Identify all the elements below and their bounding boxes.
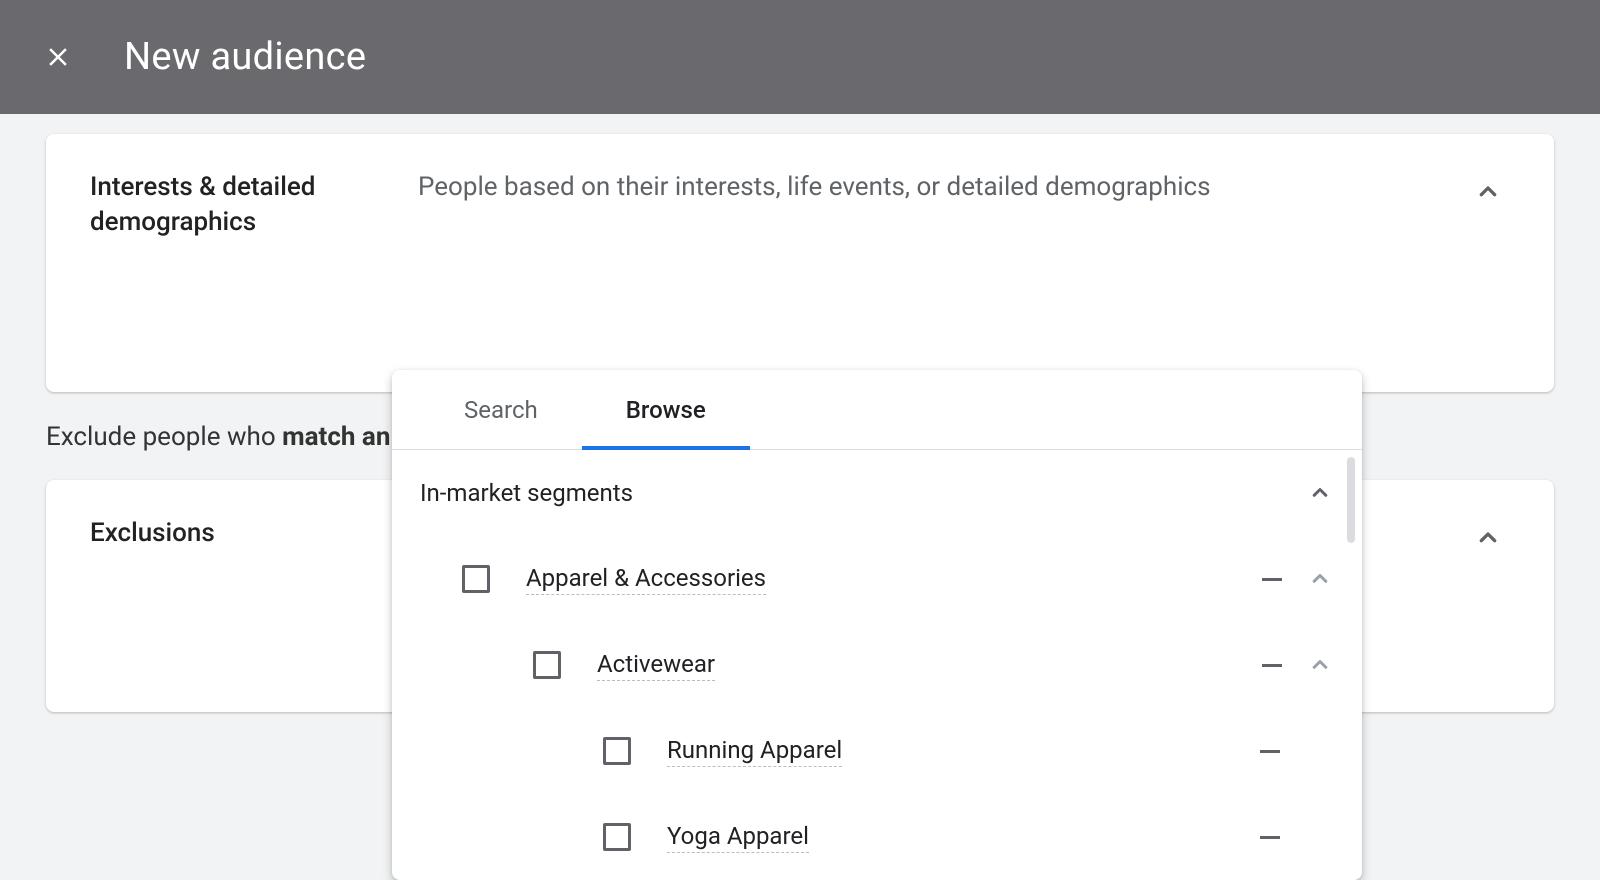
remove-activewear[interactable] — [1262, 664, 1282, 667]
checkbox-running[interactable] — [603, 737, 631, 765]
checkbox-apparel[interactable] — [462, 565, 490, 593]
tree-item-activewear[interactable]: Activewear — [392, 622, 1362, 708]
tree-item-yoga[interactable]: Yoga Apparel — [392, 794, 1362, 880]
content-area: Interests & detailed demographics People… — [0, 114, 1600, 712]
dialog-title: New audience — [124, 35, 366, 79]
checkbox-activewear[interactable] — [533, 651, 561, 679]
tree-label-yoga[interactable]: Yoga Apparel — [667, 822, 809, 853]
exclude-intro-prefix: Exclude people who — [46, 422, 282, 452]
collapse-activewear[interactable] — [1306, 651, 1334, 679]
category-collapse-toggle[interactable] — [1306, 479, 1334, 507]
tree-label-apparel[interactable]: Apparel & Accessories — [526, 564, 766, 595]
chevron-up-icon — [1472, 522, 1504, 554]
tree-item-running[interactable]: Running Apparel — [392, 708, 1362, 794]
exclude-intro-strong: match an — [282, 422, 390, 452]
close-icon — [43, 42, 73, 72]
close-button[interactable] — [38, 37, 78, 77]
interests-card-header: Interests & detailed demographics People… — [90, 170, 1510, 240]
scrollbar-thumb[interactable] — [1347, 457, 1355, 543]
chevron-up-icon — [1306, 479, 1334, 507]
interests-section-description: People based on their interests, life ev… — [418, 170, 1398, 205]
tab-search[interactable]: Search — [420, 370, 582, 450]
checkbox-yoga[interactable] — [603, 823, 631, 851]
interests-section-title: Interests & detailed demographics — [90, 170, 350, 240]
remove-apparel[interactable] — [1262, 578, 1282, 581]
segment-tree: In-market segments Apparel & Accessories — [392, 450, 1362, 880]
tab-browse[interactable]: Browse — [582, 370, 750, 450]
interests-card: Interests & detailed demographics People… — [46, 134, 1554, 392]
picker-tabs: Search Browse — [392, 370, 1362, 450]
chevron-up-icon — [1306, 565, 1334, 593]
interests-collapse-toggle[interactable] — [1466, 170, 1510, 214]
tree-category-label: In-market segments — [420, 479, 633, 507]
tree-label-running[interactable]: Running Apparel — [667, 736, 842, 767]
tree-item-apparel[interactable]: Apparel & Accessories — [392, 536, 1362, 622]
exclusions-collapse-toggle[interactable] — [1466, 516, 1510, 560]
chevron-up-icon — [1472, 176, 1504, 208]
tree-category-row[interactable]: In-market segments — [392, 450, 1362, 536]
collapse-apparel[interactable] — [1306, 565, 1334, 593]
remove-yoga[interactable] — [1260, 836, 1280, 839]
remove-running[interactable] — [1260, 750, 1280, 753]
tree-label-activewear[interactable]: Activewear — [597, 650, 715, 681]
chevron-up-icon — [1306, 651, 1334, 679]
exclusions-section-title: Exclusions — [90, 516, 350, 551]
segment-picker-panel: Search Browse In-market segments Apparel… — [392, 370, 1362, 880]
dialog-header: New audience — [0, 0, 1600, 114]
